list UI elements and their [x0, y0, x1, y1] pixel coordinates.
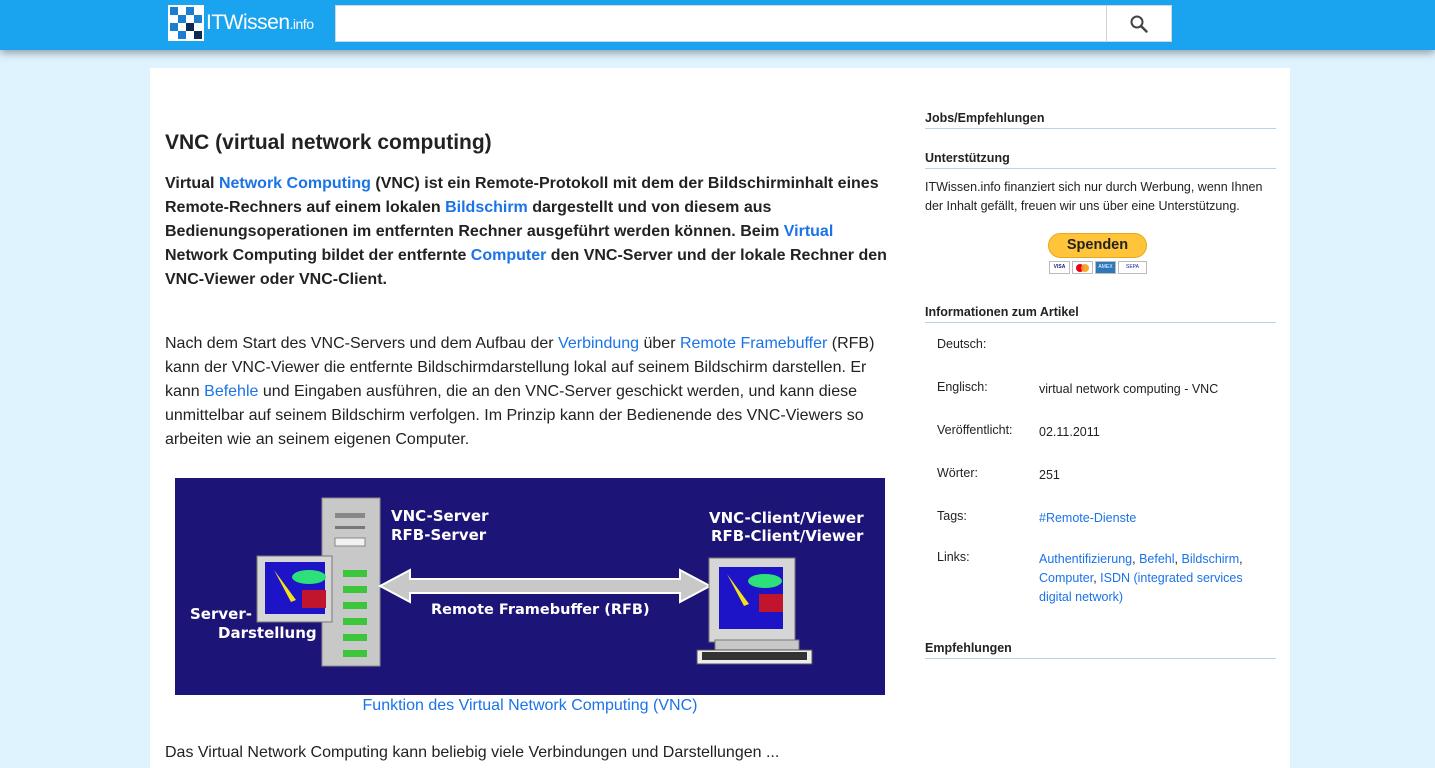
link-befehl[interactable]: Befehl [1139, 552, 1174, 566]
info-row-tags: Tags: #Remote-Dienste [937, 509, 1137, 525]
sepa-icon: SEPA [1118, 261, 1147, 274]
site-logo[interactable]: ITWissen.info [168, 5, 318, 41]
payment-cards: VISA AMEX SEPA [1048, 261, 1148, 274]
figure-caption[interactable]: Funktion des Virtual Network Computing (… [165, 697, 895, 715]
logo-text: ITWissen.info [206, 11, 314, 34]
search-input[interactable] [336, 6, 1106, 41]
jobs-heading: Jobs/Empfehlungen [925, 111, 1276, 129]
article-continued-text: Das Virtual Network Computing kann belie… [165, 744, 780, 761]
display-label-2: Darstellung [218, 624, 317, 642]
info-row-englisch: Englisch: virtual network computing - VN… [937, 380, 1219, 396]
logo-mark-icon [168, 5, 204, 41]
info-row-links: Links: Authentifizierung, Befehl, Bildsc… [937, 550, 1243, 604]
visa-icon: VISA [1049, 261, 1070, 274]
vnc-diagram: VNC-Server RFB-Server VNC-Client/Viewer … [175, 478, 885, 695]
client-label-2: RFB-Client/Viewer [711, 527, 864, 545]
link-authentifizierung[interactable]: Authentifizierung [1039, 552, 1132, 566]
tag-remote-dienste[interactable]: #Remote-Dienste [1039, 511, 1136, 525]
info-row-deutsch: Deutsch: [937, 337, 987, 351]
amex-icon: AMEX [1095, 261, 1116, 274]
search-button[interactable] [1106, 6, 1171, 41]
arrow-label: Remote Framebuffer (RFB) [431, 602, 650, 618]
search-icon [1130, 15, 1148, 33]
article-lead: Virtual Network Computing (VNC) ist ein … [165, 175, 887, 288]
server-label-2: RFB-Server [391, 526, 487, 544]
link-network-computing[interactable]: Network Computing [219, 175, 371, 192]
paypal-donate: Spenden VISA AMEX SEPA [1048, 233, 1148, 274]
recommend-heading: Empfehlungen [925, 641, 1276, 659]
info-heading: Informationen zum Artikel [925, 305, 1276, 323]
search-bar [335, 5, 1172, 42]
client-label-1: VNC-Client/Viewer [709, 509, 864, 527]
donate-button[interactable]: Spenden [1048, 233, 1147, 258]
support-text: ITWissen.info finanziert sich nur durch … [925, 180, 1263, 213]
link-bildschirm-side[interactable]: Bildschirm [1181, 552, 1239, 566]
top-bar: ITWissen.info [0, 0, 1435, 50]
link-virtual[interactable]: Virtual [784, 223, 834, 240]
display-label-1: Server- [190, 605, 252, 623]
article-body: Nach dem Start des VNC-Servers und dem A… [165, 335, 875, 448]
link-bildschirm[interactable]: Bildschirm [445, 199, 528, 216]
link-verbindung[interactable]: Verbindung [558, 335, 639, 352]
link-remote-framebuffer[interactable]: Remote Framebuffer [680, 335, 827, 352]
page-content: VNC (virtual network computing) Virtual … [150, 68, 1290, 768]
article-title: VNC (virtual network computing) [165, 131, 492, 154]
link-computer-side[interactable]: Computer [1039, 571, 1093, 585]
link-befehle[interactable]: Befehle [204, 383, 258, 400]
link-computer[interactable]: Computer [471, 247, 547, 264]
mastercard-icon [1072, 261, 1093, 274]
info-row-words: Wörter: 251 [937, 466, 1060, 482]
support-heading: Unterstützung [925, 151, 1276, 169]
info-row-published: Veröffentlicht: 02.11.2011 [937, 423, 1100, 439]
server-label-1: VNC-Server [391, 507, 489, 525]
